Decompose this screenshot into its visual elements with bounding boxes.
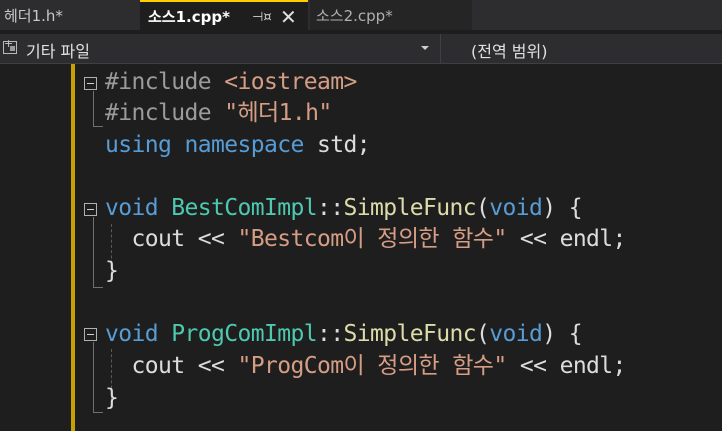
chevron-down-icon[interactable] bbox=[421, 46, 429, 50]
outline-guide bbox=[93, 217, 95, 287]
keyword: namespace bbox=[184, 132, 305, 158]
statement: cout << bbox=[131, 353, 238, 379]
keyword: using bbox=[105, 132, 172, 158]
outline-guide bbox=[93, 91, 95, 126]
code-line-3: using namespace std; bbox=[105, 130, 371, 161]
member-scope-dropdown[interactable]: (전역 범위) bbox=[471, 38, 547, 62]
preprocessor-directive: #include bbox=[105, 100, 212, 126]
close-icon[interactable]: ✕ bbox=[280, 5, 297, 29]
class-name: ProgComImpl bbox=[171, 321, 317, 347]
code-line-11: } bbox=[105, 383, 119, 414]
include-path: <iostream> bbox=[224, 69, 357, 95]
punctuation: ( bbox=[475, 321, 490, 347]
tab-header1-h[interactable]: 헤더1.h* bbox=[0, 0, 140, 30]
function-name: SimpleFunc bbox=[343, 195, 476, 221]
closing-brace: } bbox=[105, 258, 119, 284]
code-line-1: #include <iostream> bbox=[105, 67, 357, 98]
navigation-bar: 기타 파일 (전역 범위) bbox=[0, 34, 722, 64]
function-name: SimpleFunc bbox=[343, 321, 476, 347]
punctuation: ) { bbox=[542, 321, 582, 347]
class-name: BestComImpl bbox=[171, 195, 317, 221]
code-editor[interactable]: #include <iostream> #include "헤더1.h" usi… bbox=[0, 64, 722, 431]
scope-operator: :: bbox=[316, 321, 344, 347]
code-line-9: void ProgComImpl::SimpleFunc(void) { bbox=[105, 319, 583, 350]
code-line-2: #include "헤더1.h" bbox=[105, 98, 332, 129]
scope-operator: :: bbox=[316, 195, 344, 221]
punctuation: ( bbox=[475, 195, 490, 221]
code-line-7: } bbox=[105, 256, 119, 287]
string-literal: "Bestcom이 정의한 함수" bbox=[237, 226, 507, 252]
tab-source1-cpp[interactable]: 소스1.cpp* ⊣¤ ✕ bbox=[140, 0, 308, 30]
code-line-6: cout << "Bestcom이 정의한 함수" << endl; bbox=[105, 224, 627, 255]
tab-label: 소스2.cpp* bbox=[316, 6, 393, 25]
statement: cout << bbox=[131, 226, 238, 252]
document-tab-strip: 헤더1.h* 소스1.cpp* ⊣¤ ✕ 소스2.cpp* bbox=[0, 0, 722, 30]
tab-label: 소스1.cpp* bbox=[148, 7, 230, 26]
outline-guide-end bbox=[93, 412, 103, 413]
change-tracking-bar bbox=[71, 64, 75, 431]
preprocessor-directive: #include bbox=[105, 69, 212, 95]
string-literal: "ProgCom이 정의한 함수" bbox=[237, 353, 507, 379]
include-path: "헤더1.h" bbox=[224, 100, 332, 126]
keyword: void bbox=[105, 321, 159, 347]
navbar-divider bbox=[440, 34, 441, 63]
project-scope-dropdown[interactable]: 기타 파일 bbox=[26, 38, 90, 62]
outline-guide bbox=[93, 342, 95, 412]
identifier: std; bbox=[303, 132, 371, 158]
keyword: void bbox=[489, 321, 543, 347]
outline-guide-end bbox=[93, 126, 103, 127]
collapse-icon[interactable] bbox=[84, 77, 97, 90]
keyword: void bbox=[489, 195, 543, 221]
tab-label: 헤더1.h* bbox=[4, 6, 63, 25]
code-line-5: void BestComImpl::SimpleFunc(void) { bbox=[105, 193, 583, 224]
punctuation: ) { bbox=[542, 195, 582, 221]
tab-source2-cpp[interactable]: 소스2.cpp* bbox=[310, 0, 472, 30]
closing-brace: } bbox=[105, 385, 119, 411]
code-line-10: cout << "ProgCom이 정의한 함수" << endl; bbox=[105, 351, 627, 382]
statement: << endl; bbox=[506, 226, 627, 252]
statement: << endl; bbox=[506, 353, 627, 379]
project-icon bbox=[3, 37, 17, 54]
collapse-icon[interactable] bbox=[84, 203, 97, 216]
keyword: void bbox=[105, 195, 159, 221]
pin-icon[interactable]: ⊣¤ bbox=[252, 10, 272, 25]
collapse-icon[interactable] bbox=[84, 328, 97, 341]
outline-guide-end bbox=[93, 287, 103, 288]
